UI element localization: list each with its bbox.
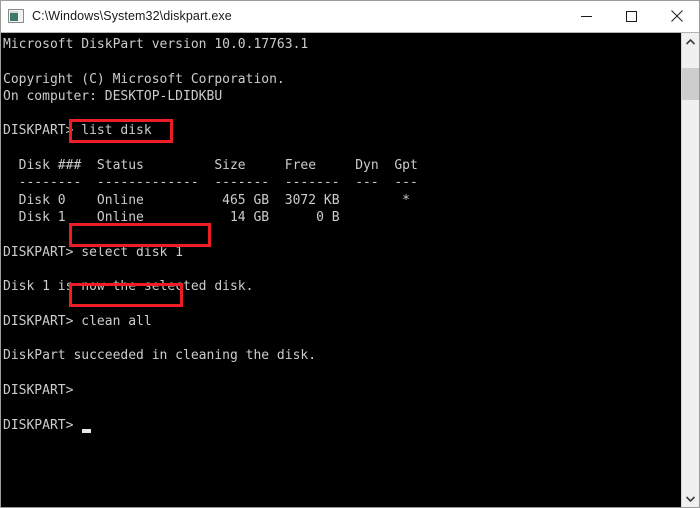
close-icon — [670, 10, 683, 22]
console-output-area[interactable]: Microsoft DiskPart version 10.0.17763.1 … — [1, 33, 681, 507]
scrollbar-track[interactable] — [682, 50, 699, 490]
maximize-button[interactable] — [609, 1, 654, 31]
chevron-up-icon — [686, 38, 695, 45]
window-controls — [564, 1, 699, 31]
diskpart-window: C:\Windows\System32\diskpart.exe Microso… — [0, 0, 700, 508]
console-text: Microsoft DiskPart version 10.0.17763.1 … — [3, 37, 418, 433]
vertical-scrollbar[interactable] — [681, 33, 699, 507]
minimize-icon — [581, 15, 592, 17]
title-bar[interactable]: C:\Windows\System32\diskpart.exe — [1, 1, 699, 32]
window-title: C:\Windows\System32\diskpart.exe — [32, 9, 232, 23]
close-button[interactable] — [654, 1, 699, 31]
console-window-icon — [8, 9, 24, 23]
scroll-up-button[interactable] — [682, 33, 699, 50]
text-cursor — [82, 428, 92, 433]
minimize-button[interactable] — [564, 1, 609, 31]
chevron-down-icon — [686, 495, 695, 502]
maximize-icon — [626, 10, 637, 22]
console-body: Microsoft DiskPart version 10.0.17763.1 … — [1, 32, 699, 507]
scroll-down-button[interactable] — [682, 490, 699, 507]
scrollbar-thumb[interactable] — [682, 68, 699, 100]
